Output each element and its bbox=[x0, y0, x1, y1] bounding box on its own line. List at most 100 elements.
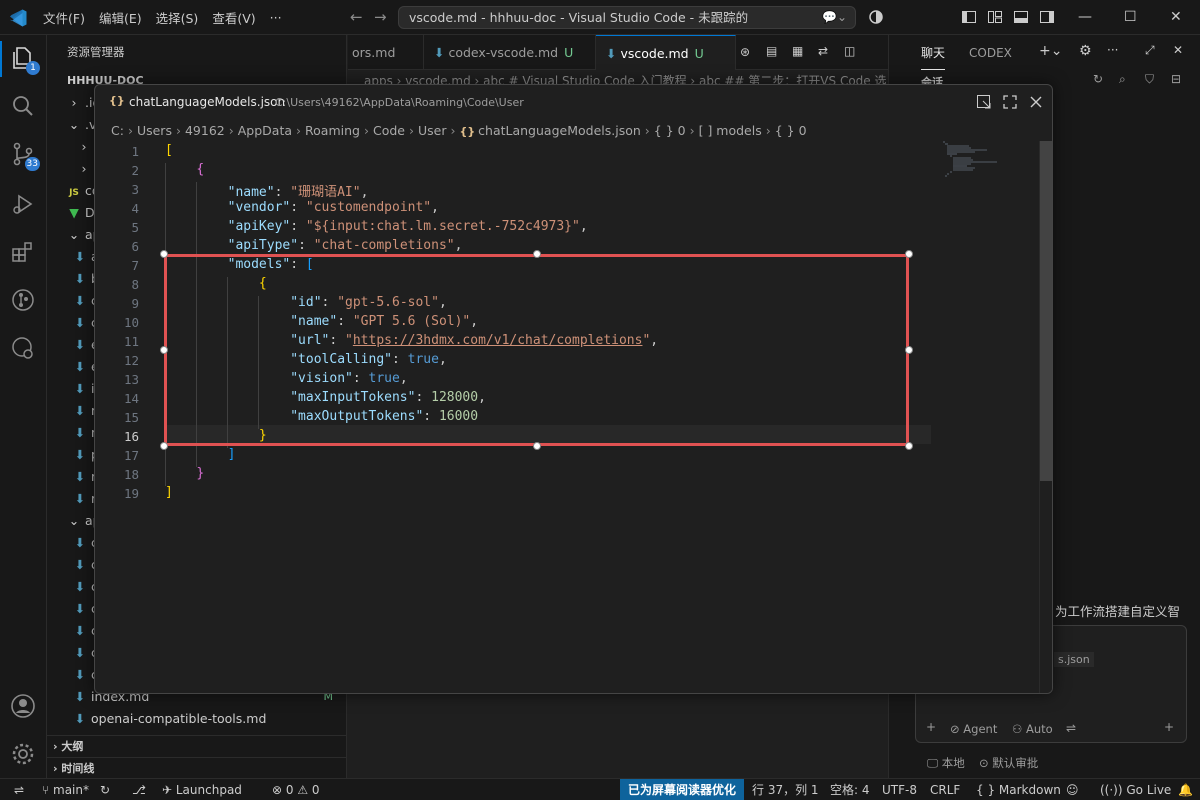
resize-handle[interactable] bbox=[160, 250, 168, 258]
approval-button[interactable]: ⊙ 默认审批 bbox=[979, 755, 1038, 771]
toggle-sidebar-icon[interactable] bbox=[961, 9, 977, 25]
tab-codex-vscode[interactable]: ⬇ codex-vscode.md U bbox=[424, 35, 596, 70]
indentation-status[interactable]: 空格: 4 bbox=[830, 779, 870, 800]
breadcrumb-item[interactable]: 49162 bbox=[185, 123, 225, 138]
menu-more[interactable]: ··· bbox=[263, 10, 289, 25]
command-center[interactable]: vscode.md - hhhuu-doc - Visual Studio Co… bbox=[398, 6, 856, 29]
vertical-scrollbar-thumb[interactable] bbox=[1040, 141, 1052, 481]
forward-arrow-icon[interactable]: → bbox=[374, 8, 387, 26]
menu-file[interactable]: 文件(F) bbox=[36, 8, 92, 27]
resize-handle[interactable] bbox=[160, 442, 168, 450]
resize-handle[interactable] bbox=[905, 442, 913, 450]
toggle-panel-icon[interactable] bbox=[1013, 9, 1029, 25]
close-dialog-icon[interactable] bbox=[1027, 93, 1045, 111]
explorer-icon[interactable]: 1 bbox=[10, 45, 40, 75]
search-icon[interactable] bbox=[10, 93, 36, 119]
minimap[interactable] bbox=[941, 141, 1021, 181]
tab-vscode-md[interactable]: ⬇ vscode.md U bbox=[596, 35, 736, 70]
remote-explorer-icon[interactable] bbox=[10, 335, 36, 361]
account-icon[interactable] bbox=[10, 693, 36, 719]
git-graph-icon[interactable] bbox=[10, 287, 36, 313]
menu-selection[interactable]: 选择(S) bbox=[149, 8, 206, 27]
breadcrumb-item[interactable]: Code bbox=[373, 123, 405, 138]
model-picker-button[interactable]: ⚇ Auto bbox=[1012, 722, 1053, 736]
breadcrumb-item[interactable]: { } 0 bbox=[654, 123, 686, 138]
close-panel-icon[interactable]: ✕ bbox=[1173, 43, 1183, 57]
toggle-secondary-sidebar-icon[interactable] bbox=[1039, 9, 1055, 25]
minimize-icon[interactable]: — bbox=[1078, 9, 1092, 25]
openai-icon[interactable]: ⊛ bbox=[740, 45, 750, 59]
tab-chat[interactable]: 聊天 bbox=[921, 36, 946, 70]
compare-icon[interactable]: ⇄ bbox=[818, 44, 828, 58]
search-sessions-icon[interactable]: ⌕ bbox=[1119, 72, 1126, 87]
local-target-button[interactable]: 🖵 本地 bbox=[927, 755, 965, 771]
add-context-icon[interactable]: + bbox=[926, 720, 936, 734]
filter-icon[interactable]: ⛉ bbox=[1145, 72, 1154, 87]
tree-item[interactable]: ⬇ openai-compatible-tools.md bbox=[47, 708, 347, 730]
breadcrumb-item[interactable]: chatLanguageModels.json bbox=[478, 123, 641, 138]
resize-handle[interactable] bbox=[905, 346, 913, 354]
breadcrumb-item[interactable]: Roaming bbox=[305, 123, 360, 138]
customize-layout-icon[interactable] bbox=[987, 9, 1003, 25]
settings-gear-icon[interactable] bbox=[10, 741, 36, 767]
dialog-file-name: chatLanguageModels.json bbox=[129, 95, 286, 109]
breadcrumb-item[interactable]: AppData bbox=[238, 123, 292, 138]
breadcrumb-item[interactable]: Users bbox=[137, 123, 172, 138]
maximize-panel-icon[interactable]: ⤢ bbox=[1145, 43, 1155, 58]
menu-view[interactable]: 查看(V) bbox=[205, 8, 262, 27]
copilot-status-icon[interactable]: ☺ bbox=[1066, 779, 1079, 800]
copilot-icon[interactable] bbox=[868, 9, 884, 25]
resize-handle[interactable] bbox=[160, 346, 168, 354]
eol-status[interactable]: CRLF bbox=[930, 779, 960, 800]
breadcrumb-item[interactable]: { } 0 bbox=[775, 123, 807, 138]
refresh-icon[interactable]: ↻ bbox=[1093, 72, 1103, 86]
language-status[interactable]: { } Markdown bbox=[976, 779, 1061, 800]
title-bar: 文件(F) 编辑(E) 选择(S) 查看(V) ··· ← → vscode.m… bbox=[0, 0, 1200, 35]
breadcrumb-item[interactable]: C: bbox=[111, 123, 124, 138]
breadcrumb-item[interactable]: User bbox=[418, 123, 447, 138]
js-file-icon: JS bbox=[69, 188, 79, 198]
encoding-status[interactable]: UTF-8 bbox=[882, 779, 917, 800]
preview-icon[interactable]: ▤ bbox=[766, 44, 777, 58]
git-graph-status-icon[interactable]: ⎇ bbox=[132, 779, 146, 800]
more-actions-icon[interactable]: ··· bbox=[1107, 43, 1118, 57]
tab-codex[interactable]: CODEX bbox=[969, 38, 1012, 68]
source-control-icon[interactable]: 33 bbox=[10, 141, 40, 171]
run-debug-icon[interactable] bbox=[10, 191, 36, 217]
markdown-file-icon: ⬇ bbox=[74, 711, 86, 726]
remote-icon[interactable]: ⇌ bbox=[14, 779, 24, 800]
outline-section[interactable]: › 大纲 bbox=[47, 735, 347, 757]
timeline-section[interactable]: › 时间线 bbox=[47, 757, 347, 779]
launchpad-status[interactable]: ✈ Launchpad bbox=[162, 779, 242, 800]
close-window-icon[interactable]: ✕ bbox=[1170, 9, 1182, 25]
open-in-editor-icon[interactable] bbox=[975, 93, 993, 111]
resize-handle[interactable] bbox=[533, 250, 541, 258]
resize-handle[interactable] bbox=[905, 250, 913, 258]
editor-tabs: ors.md ⬇ codex-vscode.md U ⬇ vscode.md U ⊛… bbox=[348, 35, 888, 70]
problems-status[interactable]: ⊗ 0 ⚠ 0 bbox=[272, 779, 320, 800]
agent-mode-button[interactable]: ⊘ Agent bbox=[950, 722, 997, 736]
menu-edit[interactable]: 编辑(E) bbox=[92, 8, 149, 27]
back-arrow-icon[interactable]: ← bbox=[350, 8, 363, 26]
attached-file-chip[interactable]: s.json bbox=[1054, 652, 1094, 667]
collapse-icon[interactable]: ⊟ bbox=[1171, 72, 1181, 86]
golive-status[interactable]: ((·)) Go Live bbox=[1100, 779, 1171, 800]
tools-icon[interactable]: ⇌ bbox=[1066, 721, 1076, 735]
chat-settings-icon[interactable]: ⚙ bbox=[1079, 43, 1092, 59]
send-icon[interactable]: + bbox=[1164, 720, 1174, 734]
branch-status[interactable]: ⑂ main* bbox=[42, 779, 89, 800]
split-editor-icon[interactable]: ◫ bbox=[844, 44, 855, 58]
extensions-icon[interactable] bbox=[10, 239, 36, 265]
screen-reader-status[interactable]: 已为屏幕阅读器优化 bbox=[620, 779, 745, 800]
maximize-icon[interactable]: ☐ bbox=[1124, 9, 1137, 25]
chat-toggle-icon[interactable]: 💬⌄ bbox=[822, 7, 847, 28]
open-preview-side-icon[interactable]: ▦ bbox=[792, 44, 803, 58]
tab-ors[interactable]: ors.md bbox=[342, 35, 424, 70]
notifications-icon[interactable]: 🔔 bbox=[1178, 779, 1193, 800]
resize-handle[interactable] bbox=[533, 442, 541, 450]
cursor-position[interactable]: 行 37，列 1 bbox=[752, 779, 819, 800]
breadcrumb-item[interactable]: [ ] models bbox=[699, 123, 762, 138]
maximize-dialog-icon[interactable] bbox=[1001, 93, 1019, 111]
sync-icon[interactable]: ↻ bbox=[100, 779, 110, 800]
new-chat-icon[interactable]: +⌄ bbox=[1039, 43, 1062, 59]
